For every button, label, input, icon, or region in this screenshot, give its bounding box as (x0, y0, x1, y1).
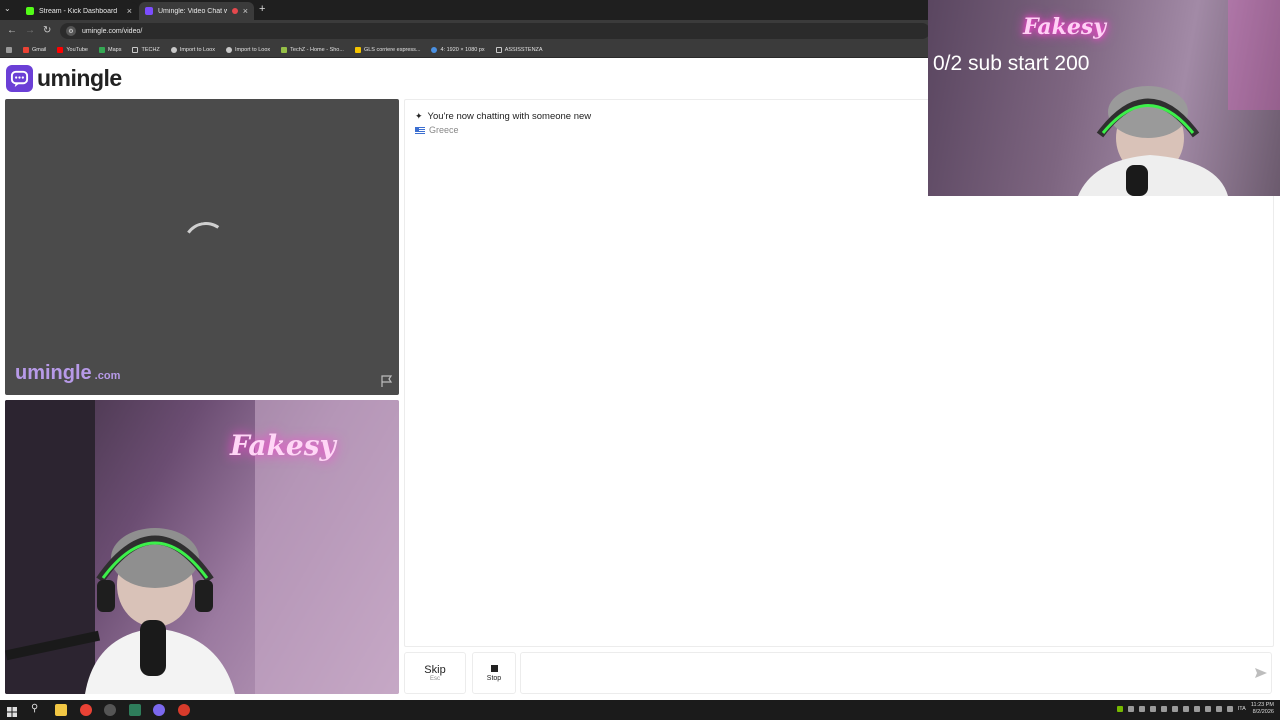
volume-icon[interactable] (1226, 706, 1233, 712)
clock[interactable]: 11:23 PM 8/2/2026 (1251, 702, 1274, 716)
reload-icon[interactable]: ↻ (43, 25, 51, 36)
stop-icon (490, 664, 498, 672)
bookmark-maps[interactable]: Maps (99, 46, 121, 53)
tab-search-icon[interactable]: ⌄ (4, 4, 11, 13)
self-camera-video: Fakesy (5, 400, 399, 694)
bookmark-assistenza-folder[interactable]: ASSISSTENZA (495, 46, 543, 53)
kick-icon (26, 7, 34, 15)
status-message: You're now chatting with someone new (427, 111, 592, 122)
stop-label: Stop (486, 674, 502, 682)
network-icon[interactable] (1215, 706, 1222, 712)
bookmark-techz-folder[interactable]: TECHZ (132, 46, 160, 53)
power-icon[interactable] (1204, 706, 1211, 712)
tray-icon[interactable] (1182, 706, 1189, 712)
loading-spinner-icon (179, 218, 233, 272)
back-icon[interactable]: ← (7, 25, 17, 36)
youtube-icon (57, 46, 64, 53)
sub-goal-text: 0/2 sub start 200 (933, 52, 1090, 75)
tab-kick-dashboard[interactable]: Stream - Kick Dashboard × (20, 2, 138, 20)
maps-icon (99, 46, 105, 53)
video-watermark: umingle .com (15, 362, 121, 384)
tray-icon[interactable] (1138, 706, 1145, 712)
url-text: umingle.com/video/ (82, 27, 143, 35)
close-tab-icon[interactable]: × (127, 6, 132, 16)
bookmark-techz-shop[interactable]: TechZ - Home - Sho... (281, 46, 344, 53)
svg-text:Fakesy: Fakesy (229, 429, 337, 462)
resolution-icon (431, 46, 438, 53)
site-logo[interactable]: umingle (6, 65, 122, 92)
logo-text: umingle (37, 65, 122, 91)
stop-button[interactable]: Stop (472, 652, 516, 694)
greece-flag-icon (415, 126, 425, 134)
webcam-feed: Fakesy (5, 400, 399, 694)
windows-start-icon[interactable] (7, 704, 19, 717)
chat-controls: Skip Esc Stop (404, 652, 1274, 694)
microphone-icon[interactable] (1193, 706, 1200, 712)
message-input[interactable] (520, 652, 1272, 694)
app-icon[interactable] (178, 704, 190, 716)
bookmark-import-loox[interactable]: Import to Loox (225, 46, 270, 53)
gmail-icon (23, 46, 29, 53)
file-explorer-icon[interactable] (55, 704, 67, 716)
folder-icon (495, 46, 502, 53)
close-tab-icon[interactable]: × (243, 6, 248, 16)
bookmark-import-loox[interactable]: Import to Loox (170, 46, 215, 53)
search-icon[interactable]: ⚲ (31, 703, 43, 715)
tab-title: Stream - Kick Dashboard (39, 7, 118, 15)
apps-icon[interactable] (6, 46, 12, 53)
chrome-icon[interactable] (80, 704, 92, 716)
globe-icon (225, 46, 232, 53)
chat-bubble-icon (6, 65, 33, 92)
shopify-icon (281, 46, 288, 53)
globe-icon (170, 46, 177, 53)
address-bar[interactable]: ⚙ umingle.com/video/ (60, 23, 930, 39)
clock-date: 8/2/2026 (1252, 709, 1274, 715)
tab-umingle[interactable]: Umingle: Video Chat with S × (139, 2, 254, 20)
tab-title: Umingle: Video Chat with S (158, 7, 227, 15)
bookmark-gmail[interactable]: Gmail (23, 46, 46, 53)
tray-icon[interactable] (1171, 706, 1178, 712)
bluetooth-icon[interactable] (1149, 706, 1156, 712)
discord-icon[interactable] (153, 704, 165, 716)
forward-icon[interactable]: → (25, 25, 35, 36)
gls-icon (354, 46, 361, 53)
close-icon[interactable] (1160, 706, 1167, 712)
language-indicator[interactable]: ITA (1238, 706, 1246, 712)
bookmark-gls[interactable]: GLS corriere espress... (354, 46, 420, 53)
clock-time: 11:23 PM (1250, 702, 1274, 708)
tray-icon[interactable] (1127, 706, 1134, 712)
skip-shortcut-hint: Esc (429, 676, 440, 682)
app-icon[interactable] (129, 704, 141, 716)
bookmark-resolution[interactable]: 4: 1920 × 1080 px (431, 46, 485, 53)
windows-taskbar: ⚲ ITA 11:23 PM 8/2/2026 (0, 700, 1280, 720)
new-tab-button[interactable]: + (259, 3, 265, 15)
neon-sign: Fakesy (1023, 14, 1107, 40)
skip-button[interactable]: Skip Esc (404, 652, 466, 694)
party-icon: ✦ (415, 111, 423, 121)
system-message: ✦ You're now chatting with someone new (415, 111, 591, 122)
skip-label: Skip (424, 664, 446, 676)
stream-overlay-camera: Fakesy 0/2 sub start 200 (928, 0, 1280, 196)
obs-icon[interactable] (104, 704, 116, 716)
stranger-video: umingle .com (5, 99, 399, 395)
bookmark-youtube[interactable]: YouTube (57, 46, 88, 53)
send-icon[interactable] (1254, 666, 1268, 680)
folder-icon (132, 46, 139, 53)
umingle-icon (145, 7, 153, 15)
site-info-icon[interactable]: ⚙ (66, 26, 76, 36)
report-flag-icon[interactable] (380, 374, 394, 388)
system-tray: ITA 11:23 PM 8/2/2026 (1116, 702, 1274, 716)
recording-icon (231, 8, 238, 14)
nvidia-icon[interactable] (1116, 706, 1123, 712)
country-name: Greece (429, 125, 459, 135)
stranger-country: Greece (415, 125, 459, 135)
